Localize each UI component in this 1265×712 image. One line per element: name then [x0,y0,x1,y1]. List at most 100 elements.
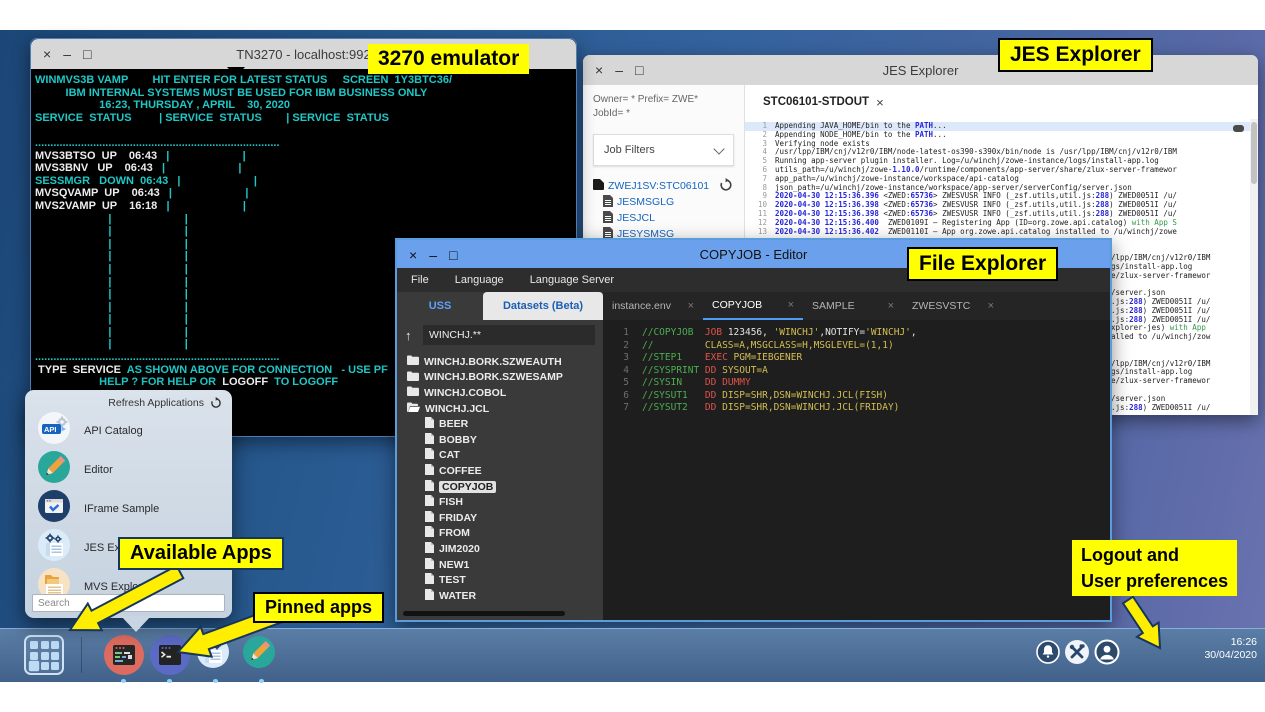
jes-window-title: JES Explorer [583,63,1258,78]
launcher-menu-tail [121,616,151,632]
settings-tools-icon[interactable] [1064,639,1090,670]
pinned-app-jes-explorer-icon[interactable] [196,635,236,675]
jes-tree-item-jesmsglg[interactable]: JESMSGLG [593,194,734,210]
close-icon[interactable]: × [788,299,794,311]
editor-tab-zwesvstc[interactable]: ZWESVSTC× [903,292,1003,320]
file-icon [425,589,434,603]
dataset-tree-item-beer[interactable]: BEER [407,416,603,432]
running-indicator [167,679,172,683]
text-line: 5//SYSIN DD DUMMY [603,377,1110,390]
editor-window[interactable]: × – □ COPYJOB - Editor File Language Lan… [395,238,1112,622]
text-line: ........................................… [35,137,572,150]
menu-file[interactable]: File [411,274,429,286]
jes-scrollbar[interactable] [1250,119,1258,415]
user-profile-icon[interactable] [1094,639,1120,670]
up-arrow-icon[interactable]: ↑ [405,328,417,343]
dataset-tree-item-cat[interactable]: CAT [407,448,603,464]
dataset-tree-item-from[interactable]: FROM [407,526,603,542]
dataset-search-input[interactable]: WINCHJ.** [423,325,595,345]
maximize-icon[interactable]: □ [635,62,643,78]
maximize-icon[interactable]: □ [83,46,91,62]
menu-language-server[interactable]: Language Server [530,274,614,286]
file-icon [425,448,434,462]
app-list: APIAPI CatalogEditorIFrame SampleJES Exp… [25,411,232,606]
job-icon [593,179,604,193]
refresh-applications-button[interactable]: Refresh Applications [108,397,204,409]
dataset-tree-item-winchj.bork.szwesamp[interactable]: WINCHJ.BORK.SZWESAMP [407,370,603,386]
minimize-icon[interactable]: – [63,46,71,62]
text-line: 132020-04-30 12:15:36.402 ZWED0110I – Ap… [745,228,1250,237]
app-search-input[interactable] [32,594,225,612]
file-icon [425,526,434,540]
job-filters-label: Job Filters [604,144,655,156]
close-icon[interactable]: × [688,300,694,312]
running-indicator [259,679,264,683]
editor-tab-copyjob[interactable]: COPYJOB× [703,292,803,320]
app-item-iframe-sample[interactable]: IFrame Sample [25,489,232,528]
dataset-tree-item-bobby[interactable]: BOBBY [407,432,603,448]
annotation-jes-explorer: JES Explorer [998,38,1153,72]
editor-tab-instance.env[interactable]: instance.env× [603,292,703,320]
jes-tree-item-jesjcl[interactable]: JESJCL [593,210,734,226]
refresh-icon[interactable] [210,397,222,409]
pinned-app-terminal-icon[interactable] [150,635,190,675]
file-icon [425,417,434,431]
text-line: WINMVS3B VAMP HIT ENTER FOR LATEST STATU… [35,74,572,87]
close-icon[interactable]: × [988,300,994,312]
doc-icon [603,211,613,226]
dataset-tree-item-coffee[interactable]: COFFEE [407,463,603,479]
text-line: 16:23, THURSDAY , APRIL 30, 2020 [35,99,572,112]
running-indicator [213,679,218,683]
start-menu-button[interactable] [24,635,64,675]
close-icon[interactable]: × [888,300,894,312]
tab-uss[interactable]: USS [397,292,483,320]
close-icon[interactable]: × [595,62,603,78]
jes-tree-item-zwej1sv:stc06101[interactable]: ZWEJ1SV:STC06101 [593,178,734,194]
dataset-tree-item-copyjob[interactable]: COPYJOB [407,479,603,495]
editor-icon [37,450,71,489]
notifications-bell-icon[interactable] [1036,640,1060,669]
chevron-down-icon [713,143,724,154]
annotation-3270-emulator: 3270 emulator [368,44,529,74]
dataset-tree-item-test[interactable]: TEST [407,572,603,588]
code-editor[interactable]: 1//COPYJOB JOB 123456, 'WINCHJ',NOTIFY='… [603,320,1110,620]
maximize-icon[interactable]: □ [449,247,457,263]
pinned-app-job-output-icon[interactable] [104,635,144,675]
svg-text:API: API [44,425,57,434]
dataset-tree-item-jim2020[interactable]: JIM2020 [407,541,603,557]
editor-tab-sample[interactable]: SAMPLE× [803,292,903,320]
app-item-api-catalog[interactable]: APIAPI Catalog [25,411,232,450]
dataset-tree-item-fish[interactable]: FISH [407,494,603,510]
tab-datasets[interactable]: Datasets (Beta) [483,292,603,320]
close-icon[interactable]: × [409,247,417,263]
sidebar-hscrollbar[interactable] [403,611,565,616]
jes-tab-label: STC06101-STDOUT [763,96,869,108]
dataset-tree-item-new1[interactable]: NEW1 [407,557,603,573]
minimize-icon[interactable]: – [429,247,437,263]
dataset-tree-item-winchj.jcl[interactable]: WINCHJ.JCL [407,401,603,417]
dataset-tree-item-winchj.bork.szweauth[interactable]: WINCHJ.BORK.SZWEAUTH [407,354,603,370]
tab-stc06101-stdout[interactable]: STC06101-STDOUT × [763,95,884,110]
close-icon[interactable]: × [43,46,51,62]
taskbar-clock: 16:26 30/04/2020 [1167,636,1257,662]
text-line: 2// CLASS=A,MSGCLASS=H,MSGLEVEL=(1,1) [603,340,1110,353]
app-item-editor[interactable]: Editor [25,450,232,489]
refresh-icon[interactable] [719,178,733,195]
menu-language[interactable]: Language [455,274,504,286]
dataset-tree-item-water[interactable]: WATER [407,588,603,604]
time: 16:26 [1167,636,1257,649]
dataset-tree: WINCHJ.BORK.SZWEAUTHWINCHJ.BORK.SZWESAMP… [397,350,603,620]
dataset-tree-item-friday[interactable]: FRIDAY [407,510,603,526]
dataset-tree-item-winchj.cobol[interactable]: WINCHJ.COBOL [407,385,603,401]
annotation-pinned-apps: Pinned apps [253,592,384,623]
pinned-app-editor-icon[interactable] [242,635,282,675]
file-icon [425,542,434,556]
job-filters-dropdown[interactable]: Job Filters [593,134,734,166]
log-scrollbar-thumb[interactable] [1233,125,1244,132]
jes-titlebar[interactable]: × – □ JES Explorer [583,55,1258,85]
api-catalog-icon: API [37,411,71,450]
text-line: IBM INTERNAL SYSTEMS MUST BE USED FOR IB… [35,87,572,100]
minimize-icon[interactable]: – [615,62,623,78]
close-icon[interactable]: × [876,95,884,110]
file-icon [425,433,434,447]
